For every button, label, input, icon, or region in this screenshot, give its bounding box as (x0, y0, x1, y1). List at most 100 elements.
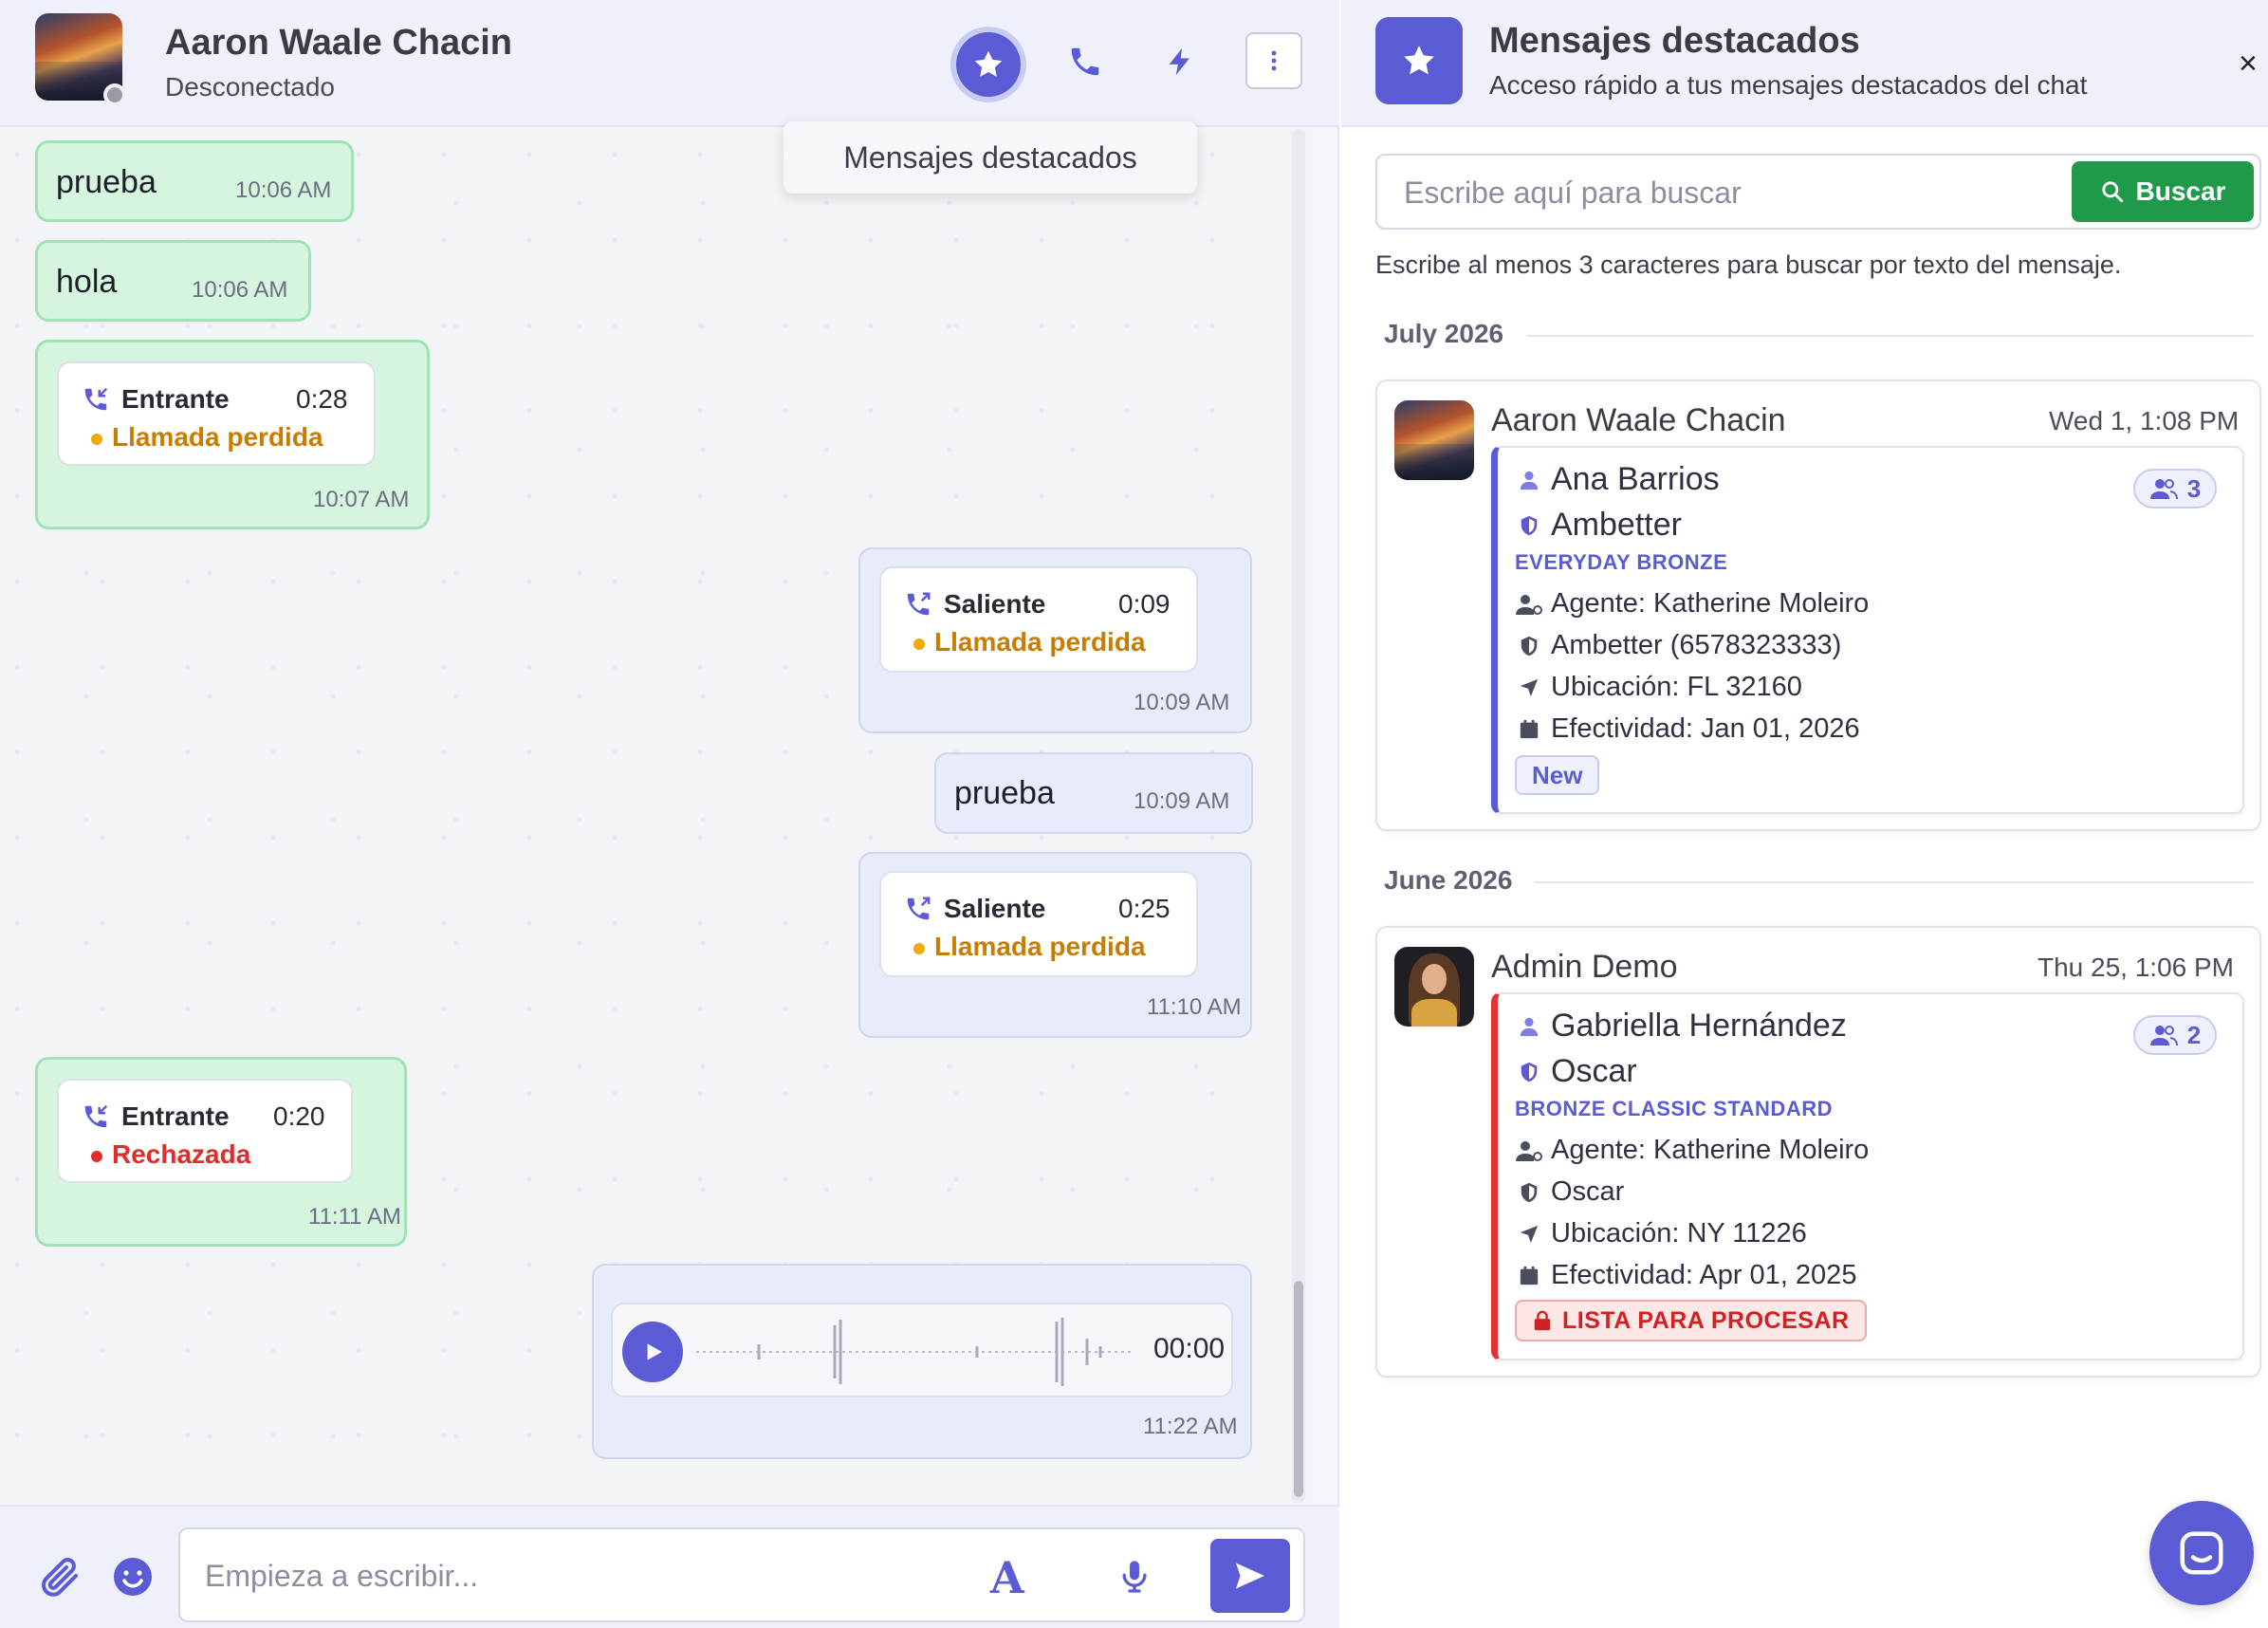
card-detail[interactable]: Gabriella Hernández Oscar BRONZE CLASSIC… (1491, 992, 2244, 1360)
starred-messages-button[interactable] (956, 32, 1021, 97)
card-avatar (1394, 947, 1474, 1027)
card-date: Thu 25, 1:06 PM (2038, 953, 2235, 982)
carrier-detail: Ambetter (6578323333) (1551, 630, 1842, 660)
carrier-name: Ambetter (1551, 507, 1682, 543)
card-detail[interactable]: Ana Barrios Ambetter EVERYDAY BRONZE 3 A… (1491, 446, 2244, 814)
card-contact-name: Aaron Waale Chacin (1491, 402, 1786, 438)
message-bubble[interactable]: Saliente 0:09 Llamada perdida 10:09 AM (858, 547, 1252, 733)
chat-widget-icon (2180, 1531, 2223, 1575)
calendar-icon (1520, 1266, 1539, 1285)
contact-status: Desconectado (165, 72, 336, 102)
message-bubble[interactable]: prueba 10:09 AM (934, 752, 1253, 834)
calendar-icon (1520, 719, 1539, 738)
message-bubble[interactable]: Entrante 0:28 Llamada perdida 10:07 AM (35, 340, 430, 529)
more-vertical-icon (1271, 50, 1277, 71)
message-bubble[interactable]: prueba 10:06 AM (35, 140, 354, 222)
members-count-badge[interactable]: 3 (2133, 469, 2217, 509)
message-input[interactable] (205, 1550, 945, 1601)
message-time: 10:06 AM (235, 177, 332, 203)
support-chat-button[interactable] (2149, 1501, 2254, 1605)
message-time: 10:07 AM (313, 487, 410, 512)
message-text: prueba (56, 164, 157, 200)
shield-icon (1521, 1182, 1538, 1202)
month-divider (1527, 335, 2254, 337)
agent-name: Agente: Katherine Moleiro (1551, 1135, 1870, 1165)
message-scrollbar-thumb[interactable] (1294, 1281, 1303, 1497)
search-input[interactable] (1404, 169, 2011, 216)
starred-card[interactable]: Admin Demo Thu 25, 1:06 PM Gabriella Her… (1375, 926, 2261, 1378)
person-name: Ana Barrios (1551, 461, 1720, 497)
plan-name: BRONZE CLASSIC STANDARD (1515, 1097, 1833, 1120)
search-button-label: Buscar (2135, 176, 2226, 206)
members-count-badge[interactable]: 2 (2133, 1015, 2217, 1055)
message-bubble[interactable]: hola 10:06 AM (35, 240, 311, 322)
message-text: prueba (954, 775, 1055, 811)
panel-header: Mensajes destacados Acceso rápido a tus … (1341, 0, 2268, 127)
call-direction: Entrante (121, 384, 230, 414)
status-dot (91, 433, 102, 445)
audio-time: 00:00 (1153, 1333, 1226, 1364)
call-outgoing-icon (907, 897, 931, 920)
message-bubble[interactable]: Entrante 0:20 Rechazada 11:11 AM (35, 1057, 407, 1247)
contact-name[interactable]: Aaron Waale Chacin (165, 23, 512, 64)
star-icon (974, 50, 1003, 77)
message-time: 11:11 AM (308, 1204, 401, 1230)
call-status: Llamada perdida (934, 932, 1146, 961)
user-icon (1520, 471, 1539, 490)
starred-card[interactable]: Aaron Waale Chacin Wed 1, 1:08 PM Ana Ba… (1375, 379, 2261, 831)
agent-name: Agente: Katherine Moleiro (1551, 588, 1870, 619)
search-icon (2101, 181, 2123, 203)
phone-icon (1071, 47, 1099, 76)
status-tag-label: LISTA PARA PROCESAR (1562, 1306, 1850, 1334)
play-icon (647, 1343, 662, 1360)
search-button[interactable]: Buscar (2072, 161, 2254, 222)
emoji-icon (114, 1558, 152, 1596)
call-card[interactable]: Saliente 0:09 Llamada perdida (879, 566, 1198, 673)
attach-button[interactable] (38, 1554, 83, 1600)
call-status: Llamada perdida (112, 422, 323, 452)
users-icon (2149, 1026, 2178, 1046)
carrier-name: Oscar (1551, 1053, 1637, 1089)
more-options-button[interactable] (1245, 32, 1302, 89)
message-bubble[interactable]: Saliente 0:25 Llamada perdida 11:10 AM (858, 852, 1252, 1038)
call-status: Rechazada (112, 1139, 251, 1169)
call-incoming-icon (84, 387, 108, 411)
call-outgoing-icon (907, 592, 931, 616)
microphone-button[interactable] (1116, 1558, 1153, 1596)
chat-header: Aaron Waale Chacin Desconectado (0, 0, 1339, 127)
audio-player[interactable]: 00:00 (611, 1303, 1233, 1397)
star-icon (1404, 46, 1434, 75)
panel-title: Mensajes destacados (1489, 21, 1860, 61)
status-tag: LISTA PARA PROCESAR (1515, 1300, 1867, 1341)
font-icon[interactable]: A (990, 1552, 1024, 1603)
call-card[interactable]: Saliente 0:25 Llamada perdida (879, 871, 1198, 977)
person-name: Gabriella Hernández (1551, 1008, 1847, 1044)
message-text: hola (56, 264, 118, 300)
starred-tooltip: Mensajes destacados (784, 121, 1197, 194)
send-button[interactable] (1210, 1539, 1290, 1613)
user-icon (1520, 1017, 1539, 1036)
message-time: 10:06 AM (192, 277, 288, 303)
shield-icon (1521, 636, 1538, 656)
location-arrow-icon (1520, 1225, 1539, 1243)
emoji-button[interactable] (110, 1554, 156, 1600)
status-dot (91, 1150, 102, 1162)
status-tag: New (1515, 755, 1600, 795)
month-divider (1535, 881, 2254, 883)
call-card[interactable]: Entrante 0:28 Llamada perdida (57, 361, 376, 466)
message-time: 10:09 AM (1134, 788, 1230, 814)
audio-waveform[interactable] (692, 1314, 1138, 1390)
carrier-detail: Oscar (1551, 1176, 1625, 1207)
microphone-icon (1122, 1561, 1147, 1593)
message-time: 10:09 AM (1134, 690, 1230, 715)
call-button[interactable] (1056, 32, 1115, 91)
agent-icon (1516, 1140, 1542, 1161)
call-card[interactable]: Entrante 0:20 Rechazada (57, 1079, 353, 1183)
call-incoming-icon (84, 1104, 108, 1128)
message-time: 11:10 AM (1147, 994, 1242, 1020)
quick-actions-button[interactable] (1151, 32, 1209, 91)
close-icon[interactable]: × (2239, 46, 2258, 83)
audio-play-button[interactable] (622, 1322, 683, 1382)
effective-date: Efectividad: Jan 01, 2026 (1551, 713, 1860, 744)
month-heading: June 2026 (1384, 865, 1513, 895)
